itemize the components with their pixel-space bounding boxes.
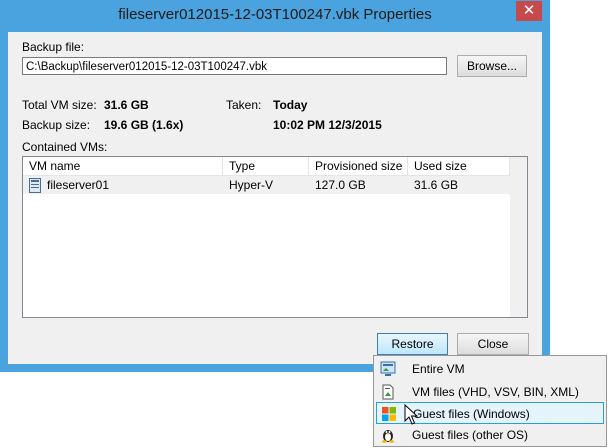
column-header-type[interactable]: Type [223, 157, 309, 175]
properties-window: fileserver012015-12-03T100247.vbk Proper… [0, 0, 550, 372]
menu-item-entire-vm[interactable]: Entire VM [376, 358, 604, 380]
total-vm-size-value: 31.6 GB [104, 98, 149, 112]
windows-icon [381, 406, 397, 422]
column-header-used-size[interactable]: Used size [408, 157, 510, 175]
taken-day-value: Today [273, 98, 308, 112]
vm-used-cell: 31.6 GB [414, 178, 459, 192]
taken-time-value: 10:02 PM 12/3/2015 [273, 118, 382, 132]
total-vm-size-label: Total VM size: [22, 98, 97, 112]
restore-dropdown-menu: Entire VM VM files (VHD, VSV, BIN, XML) … [373, 355, 607, 447]
entire-vm-icon [380, 361, 396, 377]
mouse-cursor-icon [404, 403, 419, 429]
backup-file-path-input[interactable]: C:\Backup\fileserver012015-12-03T100247.… [22, 57, 447, 75]
restore-button[interactable]: Restore [377, 333, 448, 355]
vm-provisioned-cell: 127.0 GB [315, 178, 366, 192]
column-header-provisioned-size[interactable]: Provisioned size [309, 157, 408, 175]
title-bar[interactable]: fileserver012015-12-03T100247.vbk Proper… [0, 0, 550, 32]
close-button[interactable]: Close [457, 333, 529, 355]
menu-item-label: Guest files (other OS) [412, 428, 529, 442]
contained-vms-label: Contained VMs: [22, 140, 108, 154]
close-window-button[interactable]: ✕ [516, 1, 542, 21]
backup-file-label: Backup file: [22, 40, 85, 54]
linux-icon [380, 427, 396, 443]
vm-list-table[interactable]: VM name Type Provisioned size Used size … [22, 156, 528, 318]
vm-files-icon [380, 384, 396, 400]
window-title: fileserver012015-12-03T100247.vbk Proper… [118, 6, 432, 23]
taken-label: Taken: [226, 98, 262, 112]
vertical-scrollbar[interactable] [510, 157, 527, 317]
browse-button[interactable]: Browse... [457, 55, 527, 77]
menu-item-label: Guest files (Windows) [413, 407, 530, 421]
vm-name-cell: fileserver01 [47, 178, 110, 192]
column-header-vm-name[interactable]: VM name [23, 157, 223, 175]
dialog-body: Backup file: C:\Backup\fileserver012015-… [8, 32, 542, 364]
menu-item-vm-files[interactable]: VM files (VHD, VSV, BIN, XML) [376, 381, 604, 403]
menu-item-label: VM files (VHD, VSV, BIN, XML) [412, 385, 579, 399]
backup-size-value: 19.6 GB (1.6x) [104, 118, 184, 132]
table-header: VM name Type Provisioned size Used size [23, 157, 510, 176]
backup-size-label: Backup size: [22, 118, 91, 132]
menu-item-label: Entire VM [412, 362, 465, 376]
table-row[interactable]: fileserver01 Hyper-V 127.0 GB 31.6 GB [23, 176, 510, 194]
vm-type-cell: Hyper-V [229, 178, 274, 192]
